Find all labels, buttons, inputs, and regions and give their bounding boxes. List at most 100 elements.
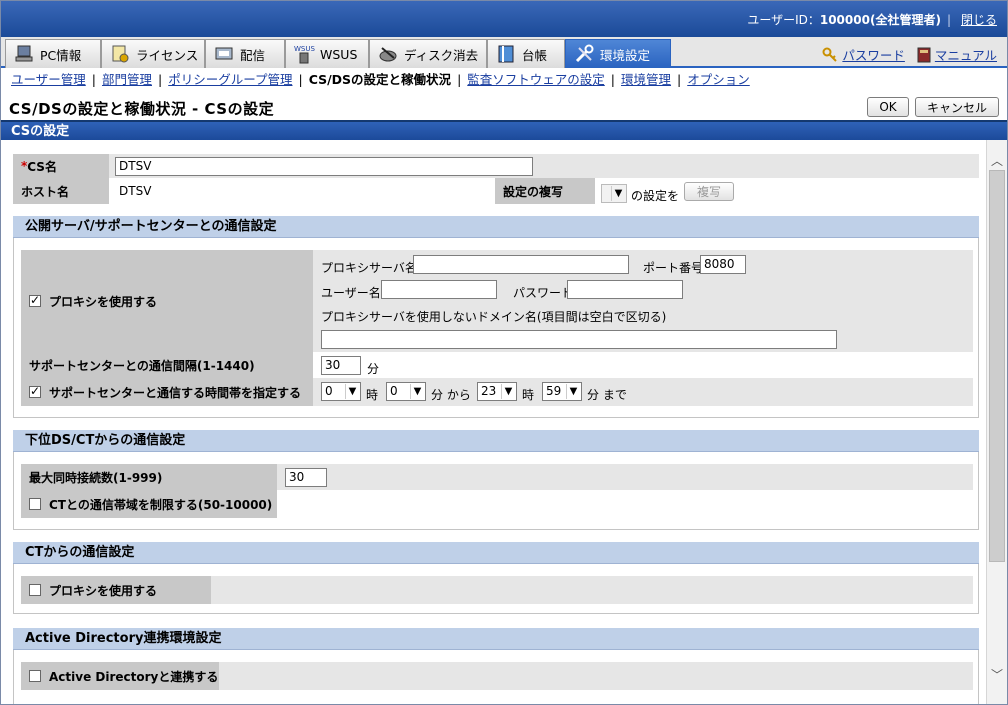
ct-proxy-cell (211, 576, 973, 604)
interval-unit: 分 (367, 362, 380, 376)
bandwidth-limit-checkbox[interactable] (29, 498, 41, 510)
tab-ledger[interactable]: 台帳 (487, 39, 565, 68)
bandwidth-limit-label: CTとの通信帯域を制限する(50-10000) (21, 490, 277, 518)
tab-disk-erase[interactable]: ディスク消去 (369, 39, 487, 68)
ct-use-proxy-text: プロキシを使用する (49, 583, 158, 598)
host-name-label: ホスト名 (13, 178, 109, 204)
proxy-user-input[interactable] (381, 280, 497, 299)
wsus-icon: WSUS (294, 44, 316, 64)
cs-name-label-text: CS名 (27, 159, 57, 174)
ad-link-cell (219, 662, 973, 690)
use-proxy-checkbox[interactable] (29, 293, 41, 307)
subnav-separator: | (610, 72, 616, 87)
disk-erase-icon (378, 44, 400, 64)
use-proxy-text: プロキシを使用する (49, 294, 158, 309)
ledger-icon (496, 44, 518, 64)
subnav-user-mgmt[interactable]: ユーザー管理 (11, 72, 86, 87)
copy-settings-label: 設定の複写 (495, 178, 595, 204)
sub-navigation: ユーザー管理 | 部門管理 | ポリシーグループ管理 | CS/DSの設定と稼働状況 | 監査ソ… (1, 70, 1007, 92)
minute-to-text: 分 まで (587, 388, 627, 402)
hour-unit-2: 時 (522, 388, 535, 402)
scroll-down-icon[interactable]: ﹀ (990, 668, 1004, 682)
tab-label: ディスク消去 (404, 47, 479, 63)
use-proxy-label: プロキシを使用する (21, 250, 313, 352)
subnav-separator: | (158, 72, 163, 87)
cs-name-input[interactable]: DTSV (115, 157, 533, 176)
subnav-separator: | (677, 72, 682, 87)
port-input[interactable]: 8080 (700, 255, 746, 274)
tab-wsus[interactable]: WSUS WSUS (285, 39, 369, 68)
from-hour-select[interactable]: 0 ▼ (321, 382, 361, 401)
header-separator: | (946, 13, 951, 27)
pc-info-icon (14, 44, 36, 64)
subnav-dept-mgmt[interactable]: 部門管理 (102, 72, 152, 87)
to-hour-select[interactable]: 23 ▼ (477, 382, 517, 401)
to-minute-select[interactable]: 59 ▼ (542, 382, 582, 401)
max-connections-input[interactable]: 30 (285, 468, 327, 487)
password-link[interactable]: パスワード (842, 48, 905, 63)
proxy-server-input[interactable] (413, 255, 629, 274)
from-minute-select[interactable]: 0 ▼ (386, 382, 426, 401)
copy-suffix-text: の設定を (631, 189, 680, 203)
timeband-label: サポートセンターと通信する時間帯を指定する (21, 378, 313, 406)
tab-label: 台帳 (522, 47, 548, 63)
section-header: CSの設定 (1, 120, 1007, 140)
chevron-down-icon: ▼ (501, 384, 515, 399)
scroll-up-icon[interactable]: ︿ (990, 154, 1004, 168)
subnav-policy-group[interactable]: ポリシーグループ管理 (168, 72, 292, 87)
from-minute-value: 0 (390, 384, 398, 398)
lower-comm-group-title: 下位DS/CTからの通信設定 (13, 430, 979, 452)
to-minute-value: 59 (546, 384, 562, 398)
proxy-user-label: ユーザー名 (321, 286, 381, 300)
manual-link[interactable]: マニュアル (935, 48, 997, 63)
top-bar: ユーザーID：100000(全社管理者) | 閉じる (1, 1, 1007, 37)
hour-unit: 時 (366, 388, 379, 402)
proxy-password-input[interactable] (567, 280, 683, 299)
interval-input[interactable]: 30 (321, 356, 361, 375)
timeband-checkbox[interactable] (29, 384, 41, 398)
distribution-icon (214, 44, 236, 64)
copy-source-select[interactable]: ▼ (601, 184, 627, 203)
cs-name-label: * CS名 (13, 154, 109, 178)
max-connections-cell (277, 464, 973, 490)
user-id-label: ユーザーID： (747, 13, 820, 27)
timeband-text: サポートセンターと通信する時間帯を指定する (49, 385, 302, 400)
public-server-group-title: 公開サーバ/サポートセンターとの通信設定 (13, 216, 979, 238)
scrollbar-thumb[interactable] (989, 170, 1005, 562)
no-proxy-label: プロキシサーバを使用しないドメイン名(項目間は空白で区切る) (321, 310, 667, 324)
subnav-audit-software[interactable]: 監査ソフトウェアの設定 (467, 72, 605, 87)
ok-button[interactable]: OK (867, 97, 909, 117)
settings-content: * CS名 DTSV ホスト名 DTSV 設定の複写 ▼ の設定を 複写 公開サー… (1, 140, 985, 704)
cancel-button[interactable]: キャンセル (915, 97, 999, 117)
user-id-value: 100000(全社管理者) (819, 13, 941, 27)
ad-link-label: Active Directoryと連携する (21, 662, 219, 690)
tab-label: ライセンス (136, 47, 199, 63)
tab-settings[interactable]: 環境設定 (565, 39, 671, 68)
chevron-down-icon: ▼ (345, 384, 359, 399)
book-icon (917, 47, 931, 66)
copy-button[interactable]: 複写 (684, 182, 734, 201)
interval-cell (313, 352, 973, 378)
page-title: CS/DSの設定と稼働状況 - CSの設定 (9, 100, 275, 118)
tab-label: PC情報 (40, 47, 82, 63)
ct-use-proxy-label: プロキシを使用する (21, 576, 211, 604)
subnav-separator: | (91, 72, 96, 87)
main-tab-bar: PC情報 ライセンス 配信 WSUS WSUS ディスク消去 台帳 環境設定 パ (1, 37, 1007, 68)
subnav-options[interactable]: オプション (687, 72, 750, 87)
subnav-separator: | (298, 72, 303, 87)
close-link[interactable]: 閉じる (961, 13, 997, 27)
ad-link-checkbox[interactable] (29, 670, 41, 682)
no-proxy-input[interactable] (321, 330, 837, 349)
tab-distribution[interactable]: 配信 (205, 39, 285, 68)
tab-license[interactable]: ライセンス (101, 39, 205, 68)
subnav-separator: | (457, 72, 462, 87)
tab-pc-info[interactable]: PC情報 (5, 39, 101, 68)
bandwidth-limit-text: CTとの通信帯域を制限する(50-10000) (49, 497, 273, 512)
user-info: ユーザーID：100000(全社管理者) | 閉じる (747, 11, 997, 28)
proxy-server-label: プロキシサーバ名 (321, 261, 417, 275)
subnav-env-mgmt[interactable]: 環境管理 (621, 72, 671, 87)
vertical-scrollbar[interactable]: ︿ ﹀ (986, 140, 1007, 704)
chevron-down-icon: ▼ (566, 384, 580, 399)
key-icon (822, 47, 838, 66)
ct-use-proxy-checkbox[interactable] (29, 584, 41, 596)
